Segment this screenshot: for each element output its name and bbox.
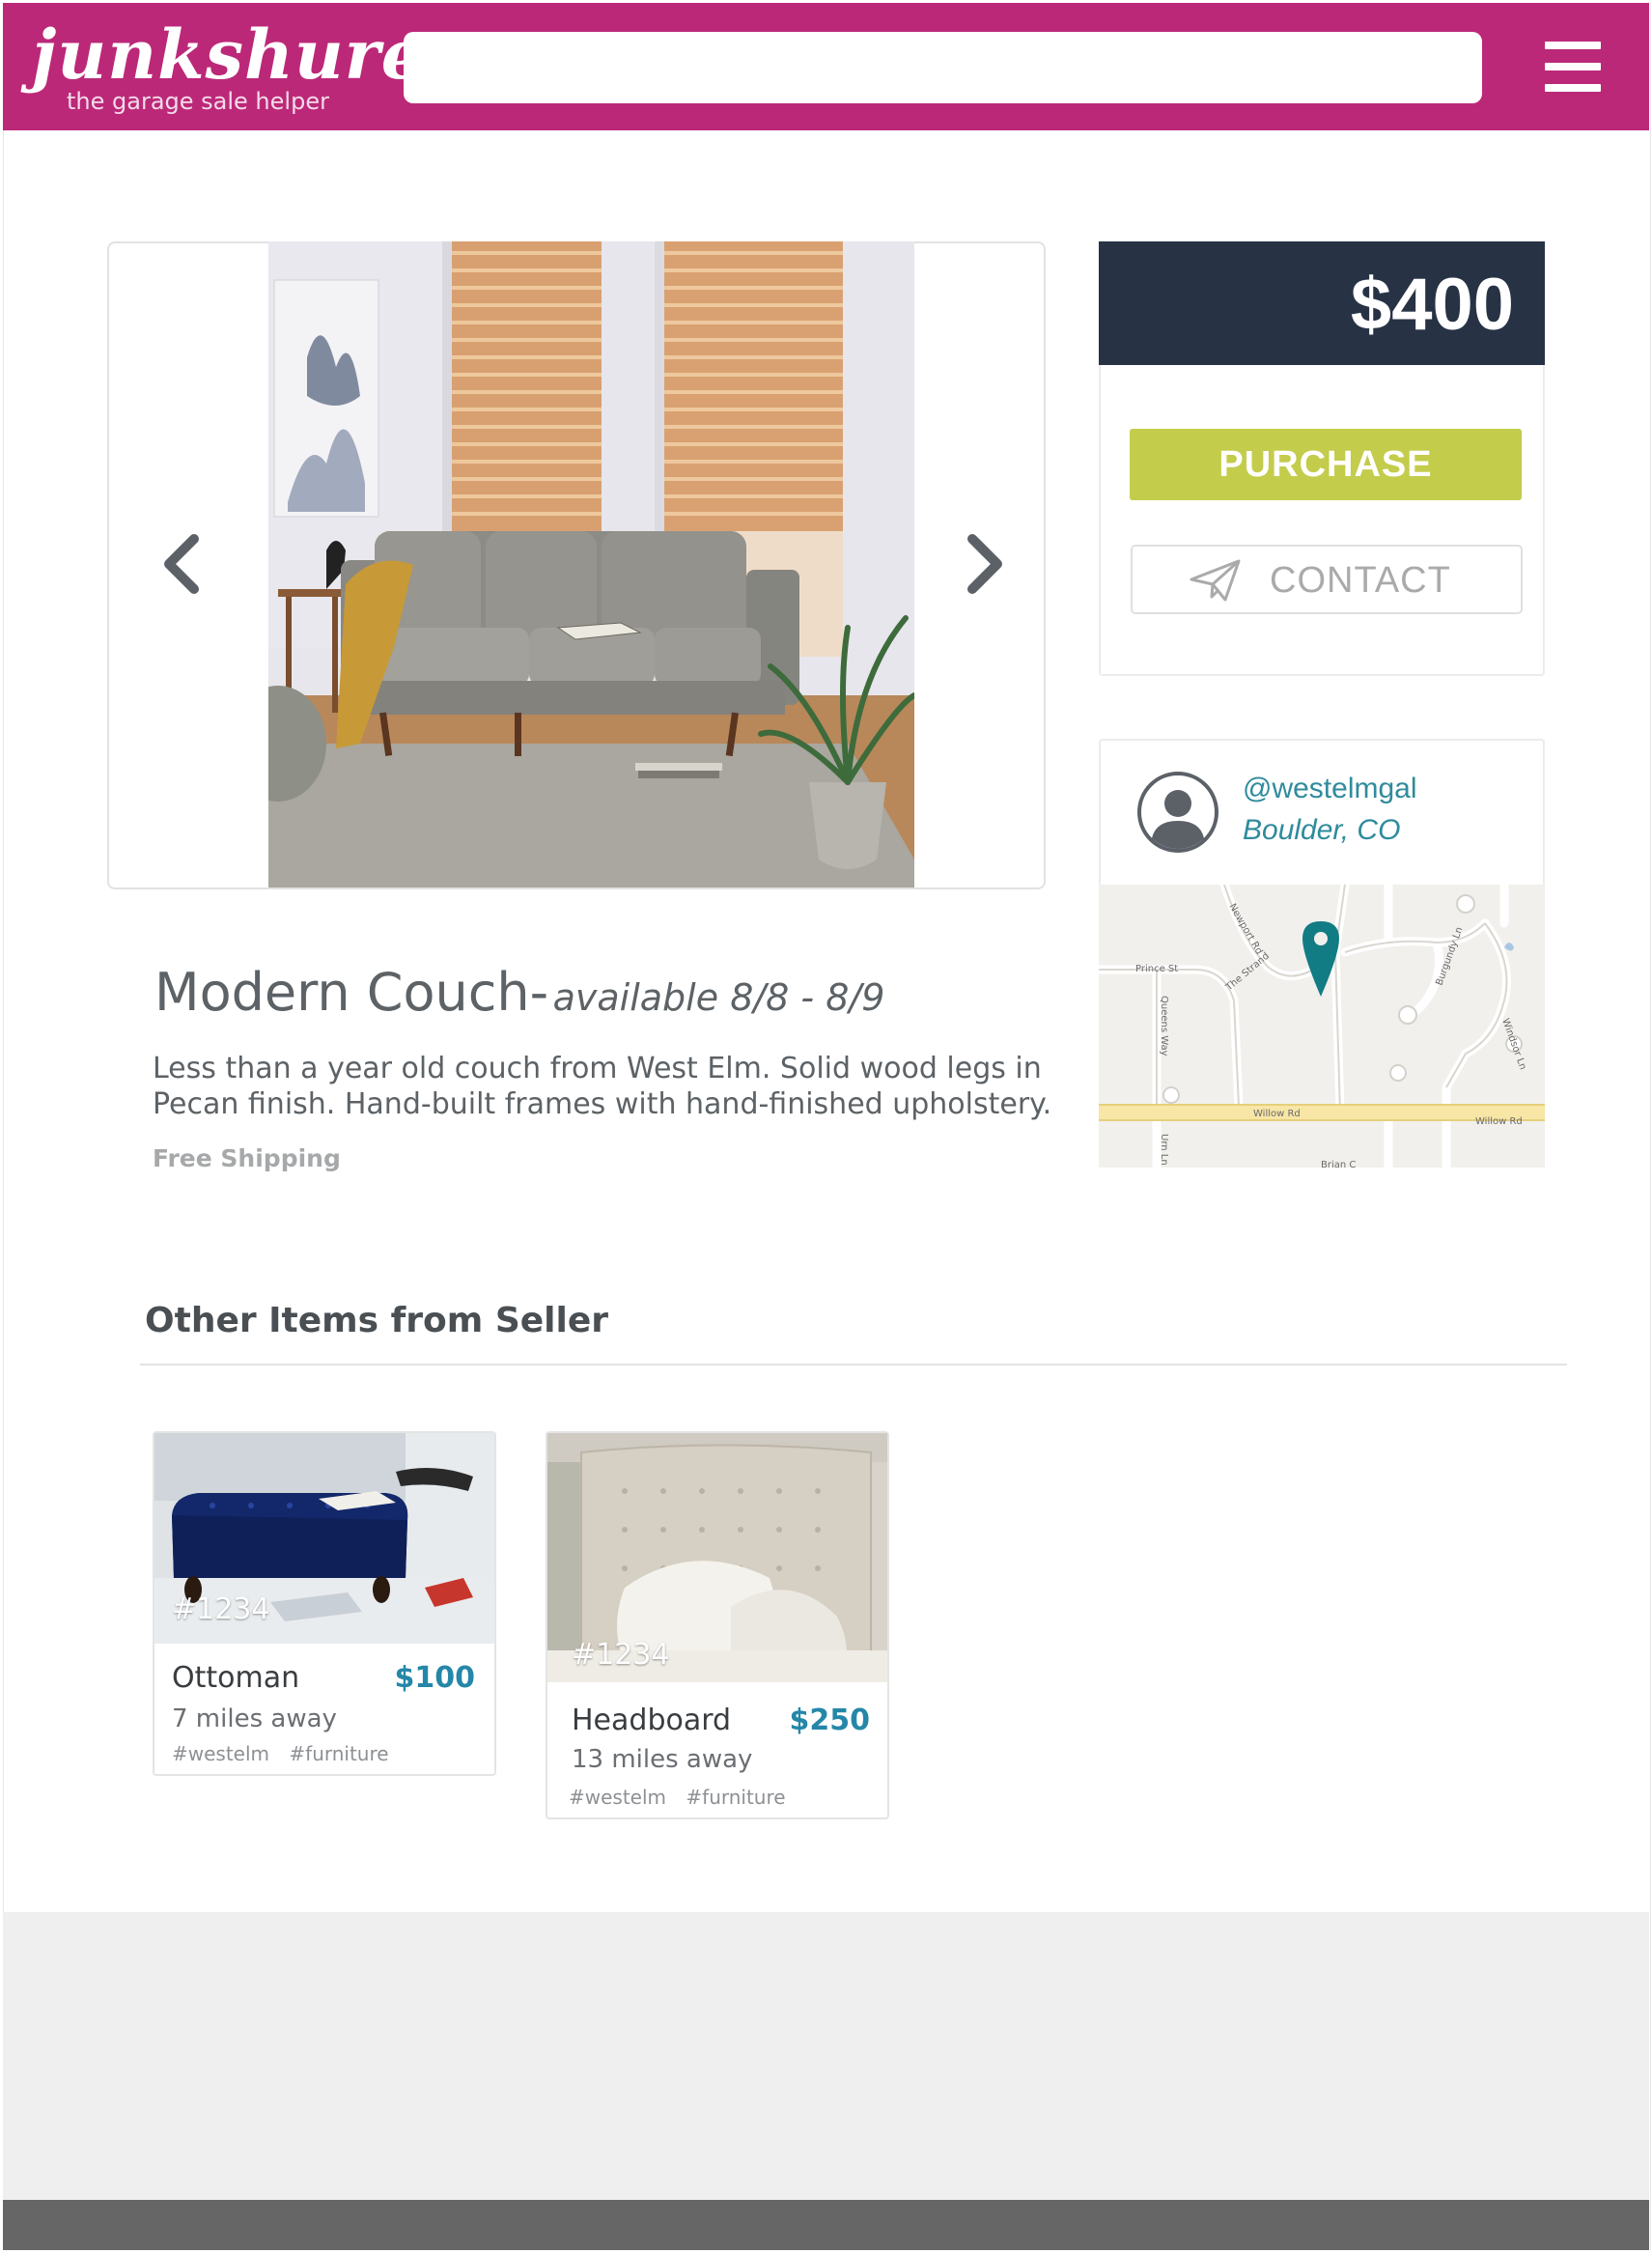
app-header: junkshure the garage sale helper (3, 3, 1649, 130)
item-tag[interactable]: #furniture (289, 1742, 388, 1765)
listing-heading: Modern Couch- available 8/8 - 8/9 (154, 962, 884, 1023)
map-label-prince: Prince St (1135, 964, 1178, 974)
footer (3, 1912, 1649, 2200)
item-tag[interactable]: #furniture (686, 1786, 785, 1809)
chevron-right-icon (967, 534, 1002, 594)
map-label-willow-1: Willow Rd (1253, 1109, 1301, 1119)
brand-tagline: the garage sale helper (67, 88, 329, 115)
item-id: #1234 (572, 1638, 670, 1672)
item-distance: 13 miles away (572, 1745, 753, 1774)
item-card-ottoman[interactable]: #1234 Ottoman $100 7 miles away #westelm… (153, 1431, 496, 1776)
chevron-left-icon (164, 534, 199, 594)
item-card-headboard[interactable]: #1234 Headboard $250 13 miles away #west… (546, 1431, 889, 1819)
footer-bar (3, 2200, 1649, 2250)
seller-location: Boulder, CO (1243, 814, 1401, 846)
item-name: Headboard (572, 1704, 732, 1737)
item-tags: #westelm #furniture (569, 1786, 799, 1809)
contact-button[interactable]: CONTACT (1131, 545, 1523, 614)
seller-handle[interactable]: @westelmgal (1243, 773, 1417, 805)
map-label-willow-2: Willow Rd (1475, 1116, 1523, 1127)
user-avatar-icon[interactable] (1136, 771, 1219, 854)
gallery-next-button[interactable] (957, 529, 1015, 599)
item-distance: 7 miles away (172, 1704, 337, 1733)
brand-name: junkshure (32, 14, 426, 95)
seller-map[interactable]: Prince St Newport Rd The Strand Queens W… (1099, 885, 1545, 1168)
item-price: $250 (789, 1704, 871, 1737)
map-label-queens: Queens Way (1159, 996, 1169, 1056)
map-label-brian: Brian C (1321, 1160, 1356, 1168)
item-tags: #westelm #furniture (172, 1742, 403, 1765)
map-label-urn: Urn Ln (1159, 1134, 1169, 1166)
listing-description: Less than a year old couch from West Elm… (153, 1052, 1052, 1121)
listing-title: Modern Couch- (154, 962, 549, 1023)
item-price: $100 (394, 1661, 476, 1695)
search-input[interactable] (404, 32, 1482, 103)
listing-photo[interactable] (268, 241, 914, 887)
item-tag[interactable]: #westelm (569, 1786, 666, 1809)
item-id: #1234 (172, 1592, 270, 1626)
item-tag[interactable]: #westelm (172, 1742, 269, 1765)
section-divider (140, 1364, 1567, 1366)
shipping-note: Free Shipping (153, 1144, 341, 1172)
purchase-button[interactable]: PURCHASE (1130, 429, 1522, 500)
listing-availability: available 8/8 - 8/9 (552, 976, 885, 1019)
hamburger-menu-icon[interactable] (1545, 42, 1601, 92)
listing-price: $400 (1350, 264, 1514, 346)
paper-plane-icon (1190, 559, 1241, 602)
contact-label: CONTACT (1270, 560, 1451, 601)
price-banner: $400 (1099, 241, 1545, 365)
other-items-heading: Other Items from Seller (145, 1301, 609, 1340)
item-name: Ottoman (172, 1661, 300, 1695)
gallery-prev-button[interactable] (152, 529, 210, 599)
brand-logo[interactable]: junkshure the garage sale helper (32, 14, 424, 121)
